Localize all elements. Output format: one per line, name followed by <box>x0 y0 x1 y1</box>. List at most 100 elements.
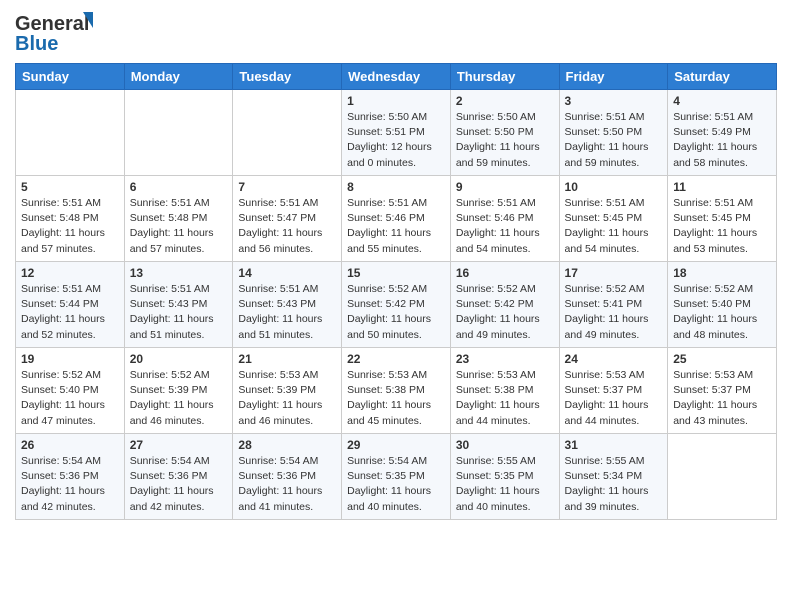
day-number: 9 <box>456 180 554 194</box>
day-number: 20 <box>130 352 228 366</box>
day-number: 1 <box>347 94 445 108</box>
empty-cell <box>16 90 125 176</box>
svg-text:General: General <box>15 13 89 35</box>
logo: GeneralBlue <box>15 10 95 55</box>
day-info: Sunrise: 5:54 AM Sunset: 5:35 PM Dayligh… <box>347 454 445 515</box>
day-cell-20: 20 Sunrise: 5:52 AM Sunset: 5:39 PM Dayli… <box>124 348 233 434</box>
day-cell-19: 19 Sunrise: 5:52 AM Sunset: 5:40 PM Dayli… <box>16 348 125 434</box>
day-info: Sunrise: 5:53 AM Sunset: 5:38 PM Dayligh… <box>347 368 445 429</box>
day-cell-30: 30Sunrise: 5:55 AM Sunset: 5:35 PM Dayli… <box>450 434 559 520</box>
weekday-header-thursday: Thursday <box>450 64 559 90</box>
day-number: 5 <box>21 180 119 194</box>
day-cell-26: 26 Sunrise: 5:54 AM Sunset: 5:36 PM Dayli… <box>16 434 125 520</box>
day-info: Sunrise: 5:52 AM Sunset: 5:40 PM Dayligh… <box>673 282 771 343</box>
day-number: 25 <box>673 352 771 366</box>
day-info: Sunrise: 5:53 AM Sunset: 5:39 PM Dayligh… <box>238 368 336 429</box>
day-cell-17: 17Sunrise: 5:52 AM Sunset: 5:41 PM Dayli… <box>559 262 668 348</box>
weekday-header-wednesday: Wednesday <box>342 64 451 90</box>
day-cell-23: 23Sunrise: 5:53 AM Sunset: 5:38 PM Dayli… <box>450 348 559 434</box>
day-cell-7: 7 Sunrise: 5:51 AM Sunset: 5:47 PM Daylig… <box>233 176 342 262</box>
day-number: 18 <box>673 266 771 280</box>
day-number: 23 <box>456 352 554 366</box>
day-number: 8 <box>347 180 445 194</box>
day-cell-15: 15 Sunrise: 5:52 AM Sunset: 5:42 PM Dayli… <box>342 262 451 348</box>
weekday-header-tuesday: Tuesday <box>233 64 342 90</box>
day-number: 15 <box>347 266 445 280</box>
day-info: Sunrise: 5:51 AM Sunset: 5:43 PM Dayligh… <box>238 282 336 343</box>
day-number: 6 <box>130 180 228 194</box>
day-number: 10 <box>565 180 663 194</box>
weekday-header-saturday: Saturday <box>668 64 777 90</box>
day-info: Sunrise: 5:51 AM Sunset: 5:50 PM Dayligh… <box>565 110 663 171</box>
weekday-header-monday: Monday <box>124 64 233 90</box>
weekday-header-sunday: Sunday <box>16 64 125 90</box>
day-cell-25: 25Sunrise: 5:53 AM Sunset: 5:37 PM Dayli… <box>668 348 777 434</box>
day-info: Sunrise: 5:55 AM Sunset: 5:35 PM Dayligh… <box>456 454 554 515</box>
day-cell-4: 4 Sunrise: 5:51 AM Sunset: 5:49 PM Daylig… <box>668 90 777 176</box>
svg-text:Blue: Blue <box>15 33 58 55</box>
day-cell-28: 28Sunrise: 5:54 AM Sunset: 5:36 PM Dayli… <box>233 434 342 520</box>
day-info: Sunrise: 5:51 AM Sunset: 5:44 PM Dayligh… <box>21 282 119 343</box>
week-row-2: 5 Sunrise: 5:51 AM Sunset: 5:48 PM Daylig… <box>16 176 777 262</box>
day-info: Sunrise: 5:52 AM Sunset: 5:40 PM Dayligh… <box>21 368 119 429</box>
day-info: Sunrise: 5:50 AM Sunset: 5:50 PM Dayligh… <box>456 110 554 171</box>
day-number: 4 <box>673 94 771 108</box>
header: GeneralBlue <box>15 10 777 55</box>
day-number: 29 <box>347 438 445 452</box>
day-info: Sunrise: 5:54 AM Sunset: 5:36 PM Dayligh… <box>130 454 228 515</box>
day-info: Sunrise: 5:51 AM Sunset: 5:43 PM Dayligh… <box>130 282 228 343</box>
day-number: 7 <box>238 180 336 194</box>
day-number: 3 <box>565 94 663 108</box>
empty-cell <box>668 434 777 520</box>
day-cell-6: 6 Sunrise: 5:51 AM Sunset: 5:48 PM Daylig… <box>124 176 233 262</box>
weekday-header-row: SundayMondayTuesdayWednesdayThursdayFrid… <box>16 64 777 90</box>
day-info: Sunrise: 5:51 AM Sunset: 5:45 PM Dayligh… <box>673 196 771 257</box>
day-cell-1: 1Sunrise: 5:50 AM Sunset: 5:51 PM Daylig… <box>342 90 451 176</box>
day-info: Sunrise: 5:52 AM Sunset: 5:42 PM Dayligh… <box>347 282 445 343</box>
day-info: Sunrise: 5:51 AM Sunset: 5:46 PM Dayligh… <box>347 196 445 257</box>
day-cell-21: 21 Sunrise: 5:53 AM Sunset: 5:39 PM Dayli… <box>233 348 342 434</box>
day-info: Sunrise: 5:51 AM Sunset: 5:49 PM Dayligh… <box>673 110 771 171</box>
day-info: Sunrise: 5:51 AM Sunset: 5:46 PM Dayligh… <box>456 196 554 257</box>
day-info: Sunrise: 5:54 AM Sunset: 5:36 PM Dayligh… <box>21 454 119 515</box>
day-cell-2: 2 Sunrise: 5:50 AM Sunset: 5:50 PM Daylig… <box>450 90 559 176</box>
day-number: 19 <box>21 352 119 366</box>
day-cell-13: 13 Sunrise: 5:51 AM Sunset: 5:43 PM Dayli… <box>124 262 233 348</box>
day-number: 13 <box>130 266 228 280</box>
day-cell-22: 22 Sunrise: 5:53 AM Sunset: 5:38 PM Dayli… <box>342 348 451 434</box>
day-cell-27: 27 Sunrise: 5:54 AM Sunset: 5:36 PM Dayli… <box>124 434 233 520</box>
day-info: Sunrise: 5:55 AM Sunset: 5:34 PM Dayligh… <box>565 454 663 515</box>
day-cell-12: 12 Sunrise: 5:51 AM Sunset: 5:44 PM Dayli… <box>16 262 125 348</box>
day-cell-11: 11Sunrise: 5:51 AM Sunset: 5:45 PM Dayli… <box>668 176 777 262</box>
day-cell-16: 16 Sunrise: 5:52 AM Sunset: 5:42 PM Dayli… <box>450 262 559 348</box>
week-row-5: 26 Sunrise: 5:54 AM Sunset: 5:36 PM Dayli… <box>16 434 777 520</box>
day-number: 12 <box>21 266 119 280</box>
empty-cell <box>233 90 342 176</box>
day-number: 16 <box>456 266 554 280</box>
day-info: Sunrise: 5:51 AM Sunset: 5:48 PM Dayligh… <box>130 196 228 257</box>
day-info: Sunrise: 5:53 AM Sunset: 5:37 PM Dayligh… <box>565 368 663 429</box>
day-cell-31: 31 Sunrise: 5:55 AM Sunset: 5:34 PM Dayli… <box>559 434 668 520</box>
day-cell-18: 18 Sunrise: 5:52 AM Sunset: 5:40 PM Dayli… <box>668 262 777 348</box>
day-info: Sunrise: 5:51 AM Sunset: 5:45 PM Dayligh… <box>565 196 663 257</box>
day-cell-9: 9 Sunrise: 5:51 AM Sunset: 5:46 PM Daylig… <box>450 176 559 262</box>
week-row-3: 12 Sunrise: 5:51 AM Sunset: 5:44 PM Dayli… <box>16 262 777 348</box>
day-info: Sunrise: 5:51 AM Sunset: 5:47 PM Dayligh… <box>238 196 336 257</box>
day-number: 21 <box>238 352 336 366</box>
day-number: 26 <box>21 438 119 452</box>
day-number: 24 <box>565 352 663 366</box>
day-number: 31 <box>565 438 663 452</box>
day-number: 27 <box>130 438 228 452</box>
calendar-table: SundayMondayTuesdayWednesdayThursdayFrid… <box>15 63 777 520</box>
day-number: 22 <box>347 352 445 366</box>
day-cell-14: 14Sunrise: 5:51 AM Sunset: 5:43 PM Dayli… <box>233 262 342 348</box>
week-row-4: 19 Sunrise: 5:52 AM Sunset: 5:40 PM Dayli… <box>16 348 777 434</box>
day-cell-29: 29 Sunrise: 5:54 AM Sunset: 5:35 PM Dayli… <box>342 434 451 520</box>
day-info: Sunrise: 5:52 AM Sunset: 5:39 PM Dayligh… <box>130 368 228 429</box>
day-info: Sunrise: 5:52 AM Sunset: 5:42 PM Dayligh… <box>456 282 554 343</box>
day-number: 2 <box>456 94 554 108</box>
day-number: 17 <box>565 266 663 280</box>
day-cell-24: 24 Sunrise: 5:53 AM Sunset: 5:37 PM Dayli… <box>559 348 668 434</box>
day-cell-10: 10 Sunrise: 5:51 AM Sunset: 5:45 PM Dayli… <box>559 176 668 262</box>
day-cell-5: 5Sunrise: 5:51 AM Sunset: 5:48 PM Daylig… <box>16 176 125 262</box>
